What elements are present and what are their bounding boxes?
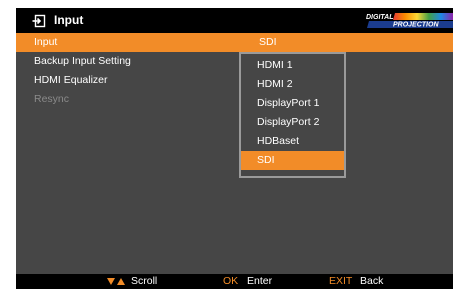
input-icon: [32, 14, 46, 28]
menu-row-label: Backup Input Setting: [34, 55, 131, 67]
dropdown-option-hdmi-2[interactable]: HDMI 2: [241, 75, 344, 94]
menu-row-input[interactable]: Input SDI: [16, 33, 453, 52]
digital-projection-logo: DIGITAL PROJECTION: [366, 13, 453, 29]
logo-text-projection: PROJECTION: [393, 22, 439, 29]
menu-row-label: HDMI Equalizer: [34, 74, 108, 86]
dropdown-option-label: HDMI 2: [257, 78, 293, 90]
dropdown-option-label: DisplayPort 2: [257, 116, 320, 128]
dropdown-option-displayport-2[interactable]: DisplayPort 2: [241, 113, 344, 132]
menu-row-resync: Resync: [16, 90, 453, 109]
scroll-arrows-icon: [107, 278, 125, 285]
footer-key-hints: Scroll OK Enter EXIT Back: [16, 274, 453, 289]
title-bar: Input DIGITAL PROJECTION: [16, 8, 453, 33]
dropdown-option-label: HDBaset: [257, 135, 300, 147]
enter-hint-label: Enter: [247, 275, 273, 287]
dropdown-option-label: DisplayPort 1: [257, 97, 320, 109]
dropdown-option-displayport-1[interactable]: DisplayPort 1: [241, 94, 344, 113]
dropdown-option-sdi[interactable]: SDI: [241, 151, 344, 170]
dropdown-option-label: SDI: [257, 154, 275, 166]
menu-row-label: Input: [34, 36, 58, 48]
menu-row-hdmi-equalizer[interactable]: HDMI Equalizer: [16, 71, 453, 90]
menu-row-backup-input-setting[interactable]: Backup Input Setting: [16, 52, 453, 71]
page-title: Input: [54, 13, 84, 27]
osd-screen: Input DIGITAL PROJECTION Input SDI Backu: [16, 8, 453, 289]
logo-text-digital: DIGITAL: [366, 14, 393, 21]
menu-row-value: SDI: [259, 36, 277, 48]
exit-key-label: EXIT: [329, 275, 353, 287]
scroll-hint-label: Scroll: [131, 275, 158, 287]
dropdown-option-hdbaset[interactable]: HDBaset: [241, 132, 344, 151]
dropdown-option-label: HDMI 1: [257, 59, 293, 71]
dropdown-option-hdmi-1[interactable]: HDMI 1: [241, 56, 344, 75]
back-hint-label: Back: [360, 275, 384, 287]
ok-key-label: OK: [223, 275, 239, 287]
input-source-dropdown[interactable]: HDMI 1 HDMI 2 DisplayPort 1 DisplayPort …: [239, 52, 346, 178]
menu-row-label: Resync: [34, 93, 70, 105]
